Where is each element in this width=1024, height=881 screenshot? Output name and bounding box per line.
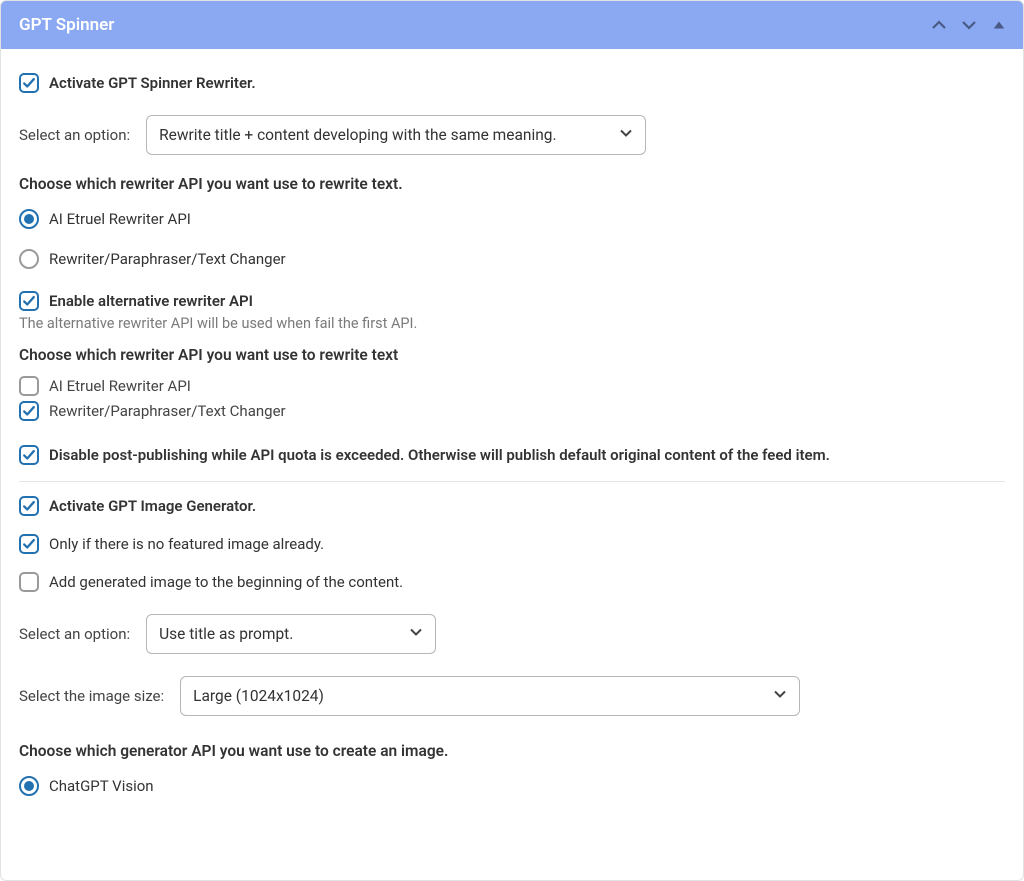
- choose-rewriter-api-heading: Choose which rewriter API you want use t…: [19, 175, 1005, 193]
- choose-generator-api-heading: Choose which generator API you want use …: [19, 742, 1005, 760]
- enable-alt-api-checkbox[interactable]: [19, 291, 39, 311]
- activate-rewriter-label: Activate GPT Spinner Rewriter.: [49, 74, 256, 92]
- panel-title: GPT Spinner: [19, 15, 114, 35]
- add-to-beginning-label: Add generated image to the beginning of …: [49, 573, 403, 591]
- chevron-down-icon: [773, 687, 787, 705]
- alt-api-check-ai-etruel[interactable]: [19, 376, 39, 396]
- chevron-down-icon: [619, 126, 633, 144]
- panel-header: GPT Spinner: [1, 1, 1023, 49]
- choose-alt-api-heading: Choose which rewriter API you want use t…: [19, 346, 1005, 364]
- alt-api-check-ai-etruel-label: AI Etruel Rewriter API: [49, 377, 191, 395]
- alt-api-description: The alternative rewriter API will be use…: [19, 315, 1005, 332]
- chevron-down-icon: [409, 625, 423, 643]
- image-prompt-selected-text: Use title as prompt.: [159, 625, 293, 643]
- api-radio-ai-etruel-label: AI Etruel Rewriter API: [49, 210, 191, 228]
- image-size-select[interactable]: Large (1024x1024): [180, 676, 800, 716]
- panel-header-controls: [931, 17, 1007, 33]
- move-down-icon[interactable]: [961, 17, 977, 33]
- panel-body: Activate GPT Spinner Rewriter. Select an…: [1, 49, 1023, 830]
- image-prompt-select[interactable]: Use title as prompt.: [146, 614, 436, 654]
- generator-api-radio-chatgpt-vision-label: ChatGPT Vision: [49, 777, 154, 795]
- generator-api-radio-chatgpt-vision[interactable]: [19, 776, 39, 796]
- rewrite-mode-selected-text: Rewrite title + content developing with …: [159, 126, 556, 144]
- api-radio-ai-etruel[interactable]: [19, 209, 39, 229]
- image-size-selected-text: Large (1024x1024): [193, 687, 324, 705]
- activate-image-generator-checkbox[interactable]: [19, 496, 39, 516]
- section-divider: [19, 481, 1005, 482]
- move-up-icon[interactable]: [931, 17, 947, 33]
- alt-api-check-paraphraser-label: Rewriter/Paraphraser/Text Changer: [49, 402, 286, 420]
- select-option-label-1: Select an option:: [19, 126, 130, 144]
- api-radio-paraphraser[interactable]: [19, 249, 39, 269]
- enable-alt-api-label: Enable alternative rewriter API: [49, 292, 253, 310]
- select-image-size-label: Select the image size:: [19, 687, 164, 705]
- rewrite-mode-select[interactable]: Rewrite title + content developing with …: [146, 115, 646, 155]
- collapse-toggle-icon[interactable]: [991, 17, 1007, 33]
- activate-image-generator-label: Activate GPT Image Generator.: [49, 497, 256, 515]
- select-option-label-2: Select an option:: [19, 625, 130, 643]
- disable-publish-label: Disable post-publishing while API quota …: [49, 446, 830, 464]
- disable-publish-checkbox[interactable]: [19, 445, 39, 465]
- api-radio-paraphraser-label: Rewriter/Paraphraser/Text Changer: [49, 250, 286, 268]
- only-if-no-featured-label: Only if there is no featured image alrea…: [49, 535, 324, 553]
- alt-api-check-paraphraser[interactable]: [19, 401, 39, 421]
- add-to-beginning-checkbox[interactable]: [19, 572, 39, 592]
- only-if-no-featured-checkbox[interactable]: [19, 534, 39, 554]
- activate-rewriter-checkbox[interactable]: [19, 73, 39, 93]
- gpt-spinner-panel: GPT Spinner Activate GPT Spinner Rewrite…: [0, 0, 1024, 881]
